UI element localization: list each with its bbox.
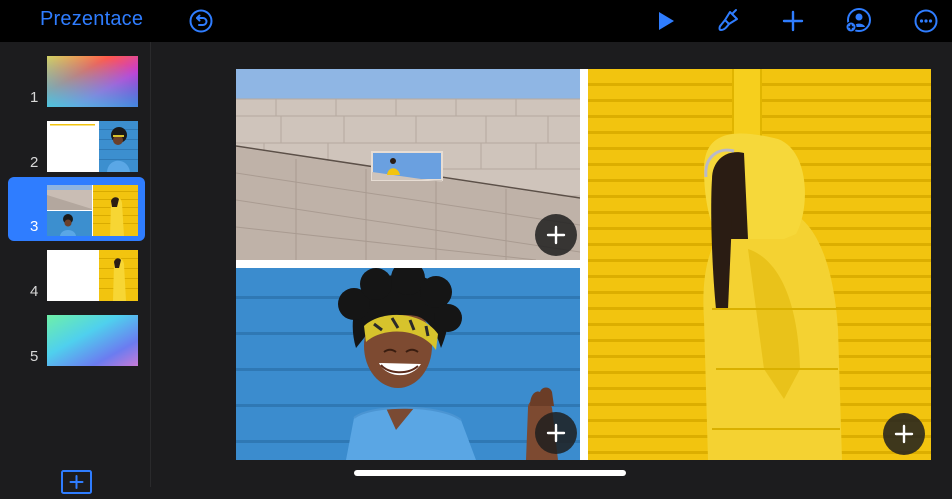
undo-icon[interactable]	[187, 7, 215, 35]
slide-preview	[47, 315, 138, 366]
add-image-button[interactable]	[535, 412, 577, 454]
slide-thumbnail-3[interactable]: 3	[8, 177, 145, 241]
add-image-button[interactable]	[535, 214, 577, 256]
plus-icon	[894, 424, 914, 444]
format-brush-icon[interactable]	[714, 7, 742, 35]
slide-navigator: 1 2 3 4 5	[0, 42, 151, 494]
slide-number: 3	[30, 218, 39, 235]
plus-icon	[546, 423, 566, 443]
slide-preview	[47, 56, 138, 107]
plus-icon	[546, 225, 566, 245]
add-image-button[interactable]	[883, 413, 925, 455]
play-icon[interactable]	[652, 7, 680, 35]
add-slide-button[interactable]	[61, 470, 92, 494]
home-indicator[interactable]	[354, 470, 626, 476]
slide-number: 5	[30, 348, 39, 365]
slide-thumbnail-2[interactable]: 2	[8, 113, 145, 177]
slide-number: 4	[30, 283, 39, 300]
slide-preview	[47, 121, 138, 172]
photo-stone-wall[interactable]	[236, 69, 580, 260]
slide-number: 1	[30, 89, 39, 106]
current-slide	[236, 69, 931, 460]
slide-preview	[47, 250, 138, 301]
photo-woman-blue-wall[interactable]	[236, 268, 580, 460]
slide-thumbnail-5[interactable]: 5	[8, 307, 145, 371]
add-icon[interactable]	[779, 7, 807, 35]
collaborate-icon[interactable]	[844, 7, 872, 35]
photo-woman-yellow-wall[interactable]	[588, 69, 931, 460]
more-icon[interactable]	[912, 7, 940, 35]
slide-preview	[47, 185, 138, 236]
slide-number: 2	[30, 154, 39, 171]
toolbar: Prezentace	[0, 0, 952, 42]
slide-thumbnail-1[interactable]: 1	[8, 48, 145, 112]
presentations-back-button[interactable]: Prezentace	[40, 8, 143, 31]
add-slide-icon	[61, 470, 92, 494]
slide-thumbnail-4[interactable]: 4	[8, 242, 145, 306]
